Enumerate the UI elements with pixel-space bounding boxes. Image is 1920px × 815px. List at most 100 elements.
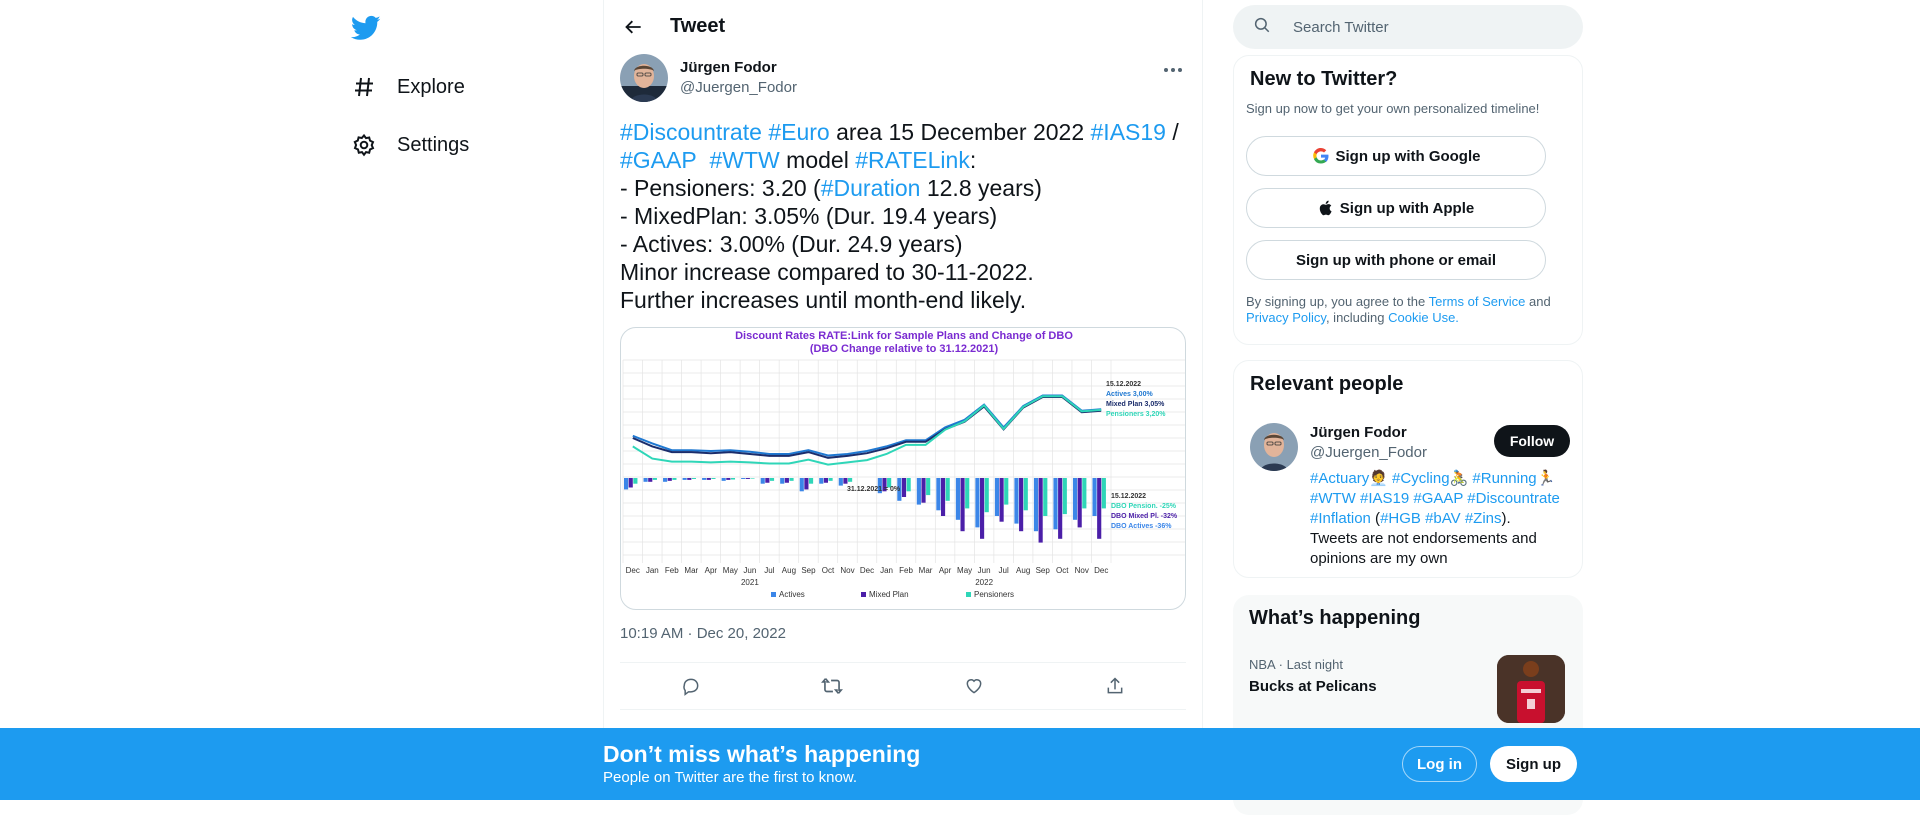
- year-label: 2022: [975, 578, 993, 587]
- hashtag-ias19[interactable]: #IAS19: [1091, 119, 1166, 145]
- tweet-text: #Discountrate #Euro area 15 December 202…: [620, 118, 1190, 314]
- nav-settings[interactable]: Settings: [351, 120, 469, 170]
- x-tick-label: Oct: [1056, 566, 1069, 575]
- tweet-line-3: - Pensioners: 3.20 (#Duration 12.8 years…: [620, 174, 1190, 202]
- tweet-line-2: #GAAP #WTW model #RATELink:: [620, 146, 1190, 174]
- trend-item[interactable]: NBA · Last night Bucks at Pelicans: [1249, 657, 1377, 695]
- bio-tags[interactable]: #HGB #bAV #Zins: [1380, 510, 1501, 527]
- back-arrow-icon[interactable]: [620, 13, 648, 41]
- bar-mixed-plan: [960, 478, 965, 532]
- x-tick-label: Mar: [684, 566, 698, 575]
- google-icon: [1312, 147, 1330, 165]
- x-tick-label: Jul: [999, 566, 1009, 575]
- legal-text: and: [1525, 294, 1551, 309]
- tweet-text-segment: - Pensioners: 3.20 (: [620, 175, 821, 201]
- search-bar[interactable]: Search Twitter: [1233, 5, 1583, 49]
- bar-pensioners: [750, 478, 755, 479]
- bar-mixed-plan: [687, 478, 692, 480]
- signup-subtitle: Sign up now to get your own personalized…: [1246, 101, 1540, 116]
- hashtag-wtw[interactable]: #WTW: [710, 147, 780, 173]
- bar-mixed-plan: [980, 478, 985, 539]
- relevant-people-title: Relevant people: [1250, 373, 1404, 395]
- bar-actives: [916, 478, 921, 505]
- tweet-line-6: Minor increase compared to 30-11-2022.: [620, 259, 1034, 285]
- share-icon[interactable]: [1097, 668, 1133, 704]
- hashtag-gaap[interactable]: #GAAP: [620, 147, 697, 173]
- hashtag-duration[interactable]: #Duration: [821, 175, 921, 201]
- bar-mixed-plan: [823, 478, 828, 483]
- legend-label: Pensioners: [974, 590, 1014, 599]
- bar-pensioners: [848, 478, 853, 482]
- tweet-text-segment: model: [779, 147, 856, 173]
- terms-link[interactable]: Terms of Service: [1429, 294, 1526, 309]
- relevant-people-card: Relevant people Jürgen Fodor @Juergen_Fo…: [1233, 360, 1583, 578]
- bar-actives: [799, 478, 804, 492]
- bar-mixed-plan: [804, 478, 809, 490]
- chart-annotation: DBO Pension. -25%: [1111, 503, 1177, 510]
- legal-text: By signing up, you agree to the: [1246, 294, 1429, 309]
- hashtag-discountrate[interactable]: #Discountrate: [620, 119, 762, 145]
- bio-tags[interactable]: #Actuary🧑‍💼 #Cycling🚴 #Running🏃: [1310, 469, 1570, 489]
- tweet-line-5: - Actives: 3.00% (Dur. 24.9 years): [620, 231, 963, 257]
- follow-button[interactable]: Follow: [1494, 425, 1570, 457]
- bar-mixed-plan: [648, 478, 653, 482]
- bar-pensioners: [652, 478, 657, 480]
- signup-legal-text: By signing up, you agree to the Terms of…: [1246, 294, 1566, 326]
- signup-phone-email-button[interactable]: Sign up with phone or email: [1246, 240, 1546, 280]
- bar-mixed-plan: [901, 478, 907, 497]
- bio-text: ).: [1501, 510, 1511, 527]
- tweet-line-7: Further increases until month-end likely…: [620, 287, 1027, 313]
- author-handle[interactable]: @Juergen_Fodor: [680, 78, 797, 98]
- x-tick-label: Mar: [919, 566, 933, 575]
- bar-mixed-plan: [1038, 478, 1043, 543]
- hashtag-euro[interactable]: #Euro: [768, 119, 829, 145]
- person-avatar[interactable]: [1250, 423, 1298, 471]
- tweet-line-4: - MixedPlan: 3.05% (Dur. 19.4 years): [620, 203, 998, 229]
- bar-pensioners: [965, 478, 970, 509]
- tweet-timestamp[interactable]: 10:19 AM · Dec 20, 2022: [620, 625, 786, 642]
- legend-swatch: [966, 592, 971, 597]
- bar-pensioners: [1043, 478, 1048, 516]
- twitter-logo-icon[interactable]: [350, 13, 381, 43]
- legend-label: Actives: [779, 590, 805, 599]
- nav-explore[interactable]: Explore: [351, 62, 465, 112]
- search-input[interactable]: Search Twitter: [1293, 19, 1389, 36]
- privacy-link[interactable]: Privacy Policy: [1246, 310, 1326, 325]
- chart-annotation: DBO Mixed Pl. -32%: [1111, 513, 1178, 520]
- bio-tags[interactable]: #WTW #IAS19 #GAAP #Discountrate: [1310, 489, 1570, 509]
- author-name[interactable]: Jürgen Fodor: [680, 58, 797, 78]
- reply-icon[interactable]: [673, 668, 709, 704]
- hashtag-ratelink[interactable]: #RATELink: [855, 147, 970, 173]
- line-mixed-plan: [632, 396, 1102, 459]
- bar-actives: [936, 478, 941, 511]
- signup-apple-label: Sign up with Apple: [1339, 199, 1475, 217]
- signup-apple-button[interactable]: Sign up with Apple: [1246, 188, 1546, 228]
- bar-actives: [721, 478, 726, 481]
- more-options-icon[interactable]: [1158, 60, 1188, 80]
- bar-pensioners: [769, 478, 775, 481]
- x-tick-label: Feb: [665, 566, 679, 575]
- x-tick-label: May: [957, 566, 972, 575]
- trend-title: Bucks at Pelicans: [1249, 678, 1377, 695]
- bio-tag-inflation[interactable]: #Inflation: [1310, 510, 1371, 527]
- bottom-signup-banner: Don’t miss what’s happening People on Tw…: [0, 728, 1920, 800]
- banner-subtext: People on Twitter are the first to know.: [603, 769, 858, 786]
- cookie-link[interactable]: Cookie Use.: [1388, 310, 1459, 325]
- tweet-text-segment: :: [969, 147, 977, 173]
- retweet-icon[interactable]: [814, 668, 850, 704]
- bio-tags-line: #Inflation (#HGB #bAV #Zins).: [1310, 509, 1570, 529]
- trend-image[interactable]: [1497, 655, 1565, 723]
- new-to-twitter-title: New to Twitter?: [1250, 68, 1398, 90]
- bar-pensioners: [789, 478, 794, 481]
- bar-mixed-plan: [706, 478, 711, 480]
- signup-button[interactable]: Sign up: [1490, 746, 1577, 782]
- signup-google-button[interactable]: Sign up with Google: [1246, 136, 1546, 176]
- bio-text: Tweets are not endorsements and opinions…: [1310, 530, 1537, 567]
- like-heart-icon[interactable]: [956, 668, 992, 704]
- author-avatar[interactable]: [620, 54, 668, 102]
- tweet-media-chart[interactable]: Discount Rates RATE:Link for Sample Plan…: [620, 327, 1186, 610]
- bar-actives: [702, 478, 707, 480]
- login-button[interactable]: Log in: [1402, 746, 1477, 782]
- bar-pensioners: [730, 478, 736, 480]
- chart-annotation: 31.12.2021 = 0%: [847, 486, 901, 493]
